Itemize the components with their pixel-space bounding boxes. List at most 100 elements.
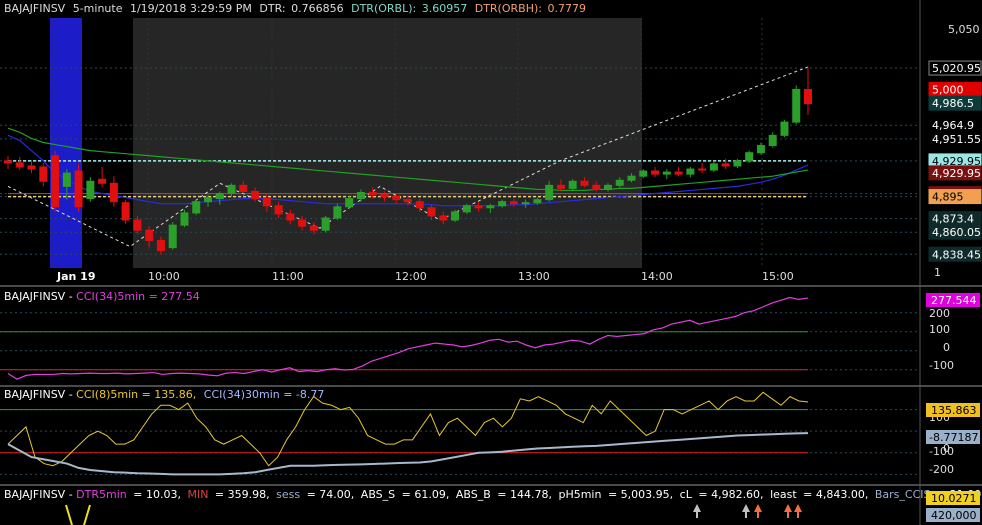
- candle-body-34: [404, 199, 412, 203]
- price-label-6: 4,929.95: [932, 167, 981, 180]
- candle-body-13: [156, 239, 165, 252]
- status-item-2-label: sess: [276, 488, 300, 501]
- candle-body-10: [121, 202, 130, 221]
- candle-body-60: [709, 163, 718, 171]
- candle-body-44: [521, 202, 530, 205]
- price-label-3: 4,964.9: [932, 119, 974, 132]
- candle-body-31: [368, 191, 377, 196]
- status-item-8-label: Bars_CCIS: [875, 488, 931, 501]
- x-label-1300: 13:00: [518, 270, 550, 283]
- candle-body-23: [274, 205, 283, 215]
- cci34-line: [7, 296, 809, 380]
- preopen-band: [50, 18, 82, 268]
- candle-body-64: [756, 145, 765, 154]
- candle-body-56: [662, 171, 671, 175]
- status-item-4-value: = 144.78,: [497, 488, 552, 501]
- candle-body-1: [15, 162, 24, 168]
- x-label-1000: 10:00: [148, 270, 180, 283]
- header-orbl-value: 3.60957: [422, 2, 468, 15]
- candle-body-8: [98, 178, 107, 184]
- candle-body-42: [498, 201, 507, 207]
- candle-body-51: [604, 184, 612, 190]
- status-item-6-value: = 4,982.60,: [698, 488, 763, 501]
- status-item-0-label: DTR5min: [76, 488, 127, 501]
- candle-body-45: [533, 199, 542, 204]
- price-label-4: 4,951.55: [932, 133, 981, 146]
- candle-body-63: [745, 152, 754, 162]
- cci1-y-tick-minus100: -100: [929, 359, 954, 372]
- status-last-label-1: 10.0271: [931, 492, 977, 505]
- candle-body-30: [356, 191, 365, 200]
- candle-body-46: [545, 184, 554, 201]
- cci8-panel[interactable]: [0, 391, 918, 476]
- candle-body-12: [145, 229, 154, 241]
- candle-body-67: [792, 88, 801, 123]
- candle-body-47: [556, 184, 565, 189]
- candle-body-24: [286, 213, 295, 221]
- status-item-2-value: = 74.00,: [307, 488, 355, 501]
- price-label-11: 4,838.45: [932, 248, 981, 261]
- candle-body-35: [415, 201, 424, 209]
- candle-body-14: [168, 224, 177, 249]
- header-interval: 5-minute: [73, 2, 123, 15]
- x-label-1400: 14:00: [641, 270, 673, 283]
- price-label-2: 4,986.5: [932, 97, 974, 110]
- svg-text:BAJAJFINSV - CCI(8)5: BAJAJFINSV - CCI(8)5min = 135.86, CCI(34…: [4, 388, 324, 401]
- background-layer: [0, 0, 982, 525]
- candle-body-33: [392, 196, 401, 201]
- status-item-5-value: = 5,003.95,: [608, 488, 673, 501]
- candle-body-25: [298, 219, 307, 227]
- candle-body-0: [4, 160, 12, 164]
- candle-body-38: [451, 211, 460, 221]
- cci2-last-label-1: 135.863: [931, 404, 977, 417]
- candle-body-17: [204, 197, 212, 203]
- status-yellow-stroke-2: [83, 504, 91, 525]
- price-label-8: 4,895: [932, 191, 964, 204]
- status-item-3-value: = 61.09,: [402, 488, 450, 501]
- candle-body-53: [627, 175, 636, 181]
- header-datetime: 1/19/2018 3:29:59 PM: [130, 2, 252, 15]
- candle-body-48: [568, 180, 577, 189]
- svg-text:BAJAJFINSV - CCI(34): BAJAJFINSV - CCI(34)5min = 277.54: [4, 290, 200, 303]
- cci2-y-tick-minus100: -100: [929, 445, 954, 458]
- status-item-7-value: = 4,843.00,: [803, 488, 868, 501]
- candle-body-18: [215, 193, 224, 200]
- candle-body-50: [592, 184, 601, 190]
- candle-body-36: [427, 207, 436, 217]
- candle-body-57: [674, 171, 683, 175]
- candle-body-11: [133, 219, 142, 231]
- price-label-10: 4,860.05: [932, 226, 981, 239]
- candle-body-55: [651, 170, 660, 175]
- cci2-title-symbol: BAJAJFINSV: [4, 388, 66, 401]
- candle-body-68: [804, 88, 812, 105]
- header-orbh-label: DTR(ORBH):: [475, 2, 542, 15]
- cci1-last-label: 277.544: [931, 294, 977, 307]
- candle-body-40: [474, 205, 483, 209]
- candle-body-9: [109, 182, 118, 203]
- candle-body-26: [309, 225, 318, 231]
- cci1-y-tick-100: 100: [929, 323, 950, 336]
- candle-body-4: [51, 155, 60, 208]
- status-item-6-label: cL: [680, 488, 693, 501]
- candle-body-7: [86, 180, 95, 200]
- panel-separator-0: [0, 285, 982, 287]
- candle-body-3: [39, 166, 48, 182]
- cci1-title-series: CCI(34)5min = 277.54: [76, 290, 200, 303]
- cci34-30min-line: [7, 432, 809, 476]
- cci1-title-symbol: BAJAJFINSV: [4, 290, 66, 303]
- cci8-line: [7, 391, 809, 467]
- header-dtr-value: 0.766856: [291, 2, 344, 15]
- header-symbol: BAJAJFINSV: [4, 2, 66, 15]
- status-panel[interactable]: [65, 504, 802, 525]
- candle-body-41: [486, 205, 495, 209]
- status-item-3-label: ABS_S: [361, 488, 395, 501]
- status-item-7-label: least: [770, 488, 797, 501]
- status-last-label-2: 420,000: [931, 509, 977, 522]
- candle-body-16: [192, 201, 201, 214]
- x-label-jan19: Jan 19: [56, 270, 95, 283]
- header-dtr-label: DTR:: [259, 2, 285, 15]
- header-orbh-value: 0.7779: [547, 2, 586, 15]
- candle-body-43: [509, 201, 518, 205]
- cci34-panel[interactable]: [0, 296, 918, 380]
- status-item-1-label: MIN: [187, 488, 208, 501]
